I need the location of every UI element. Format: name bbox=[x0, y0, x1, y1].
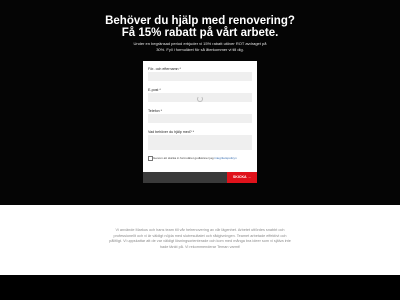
page-title: Behöver du hjälp med renovering? Få 15% … bbox=[0, 15, 400, 39]
phone-field[interactable] bbox=[148, 114, 252, 123]
headline-line-2: Få 15% rabatt på vårt arbete. bbox=[121, 27, 279, 39]
name-field[interactable] bbox=[148, 72, 252, 81]
hero-subtext: Under en begränsad period erbjuder vi 15… bbox=[133, 41, 267, 52]
testimonial-text: Vi använde Markus och hans team till vår… bbox=[109, 228, 291, 249]
message-field[interactable] bbox=[148, 135, 252, 150]
testimonial-section: Vi använde Markus och hans team till vår… bbox=[0, 205, 400, 275]
submit-button[interactable]: SKICKA → bbox=[227, 172, 257, 183]
contact-form: För- och efternamn * E-post * Telefon * … bbox=[143, 61, 257, 183]
name-field-label: För- och efternamn * bbox=[148, 67, 181, 71]
consent-label: Genom att skicka in formuläret godkänner… bbox=[153, 156, 215, 160]
loading-spinner-icon bbox=[197, 96, 203, 102]
email-field-label: E-post * bbox=[148, 88, 161, 92]
phone-field-label: Telefon * bbox=[148, 109, 162, 113]
footer bbox=[0, 275, 400, 300]
message-field-label: Vad behöver du hjälp med? * bbox=[148, 130, 195, 134]
headline-line-1: Behöver du hjälp med renovering? bbox=[105, 15, 295, 27]
consent-text: Genom att skicka in formuläret godkänner… bbox=[153, 156, 237, 160]
privacy-policy-link[interactable]: integritetspolicyn bbox=[214, 156, 236, 160]
